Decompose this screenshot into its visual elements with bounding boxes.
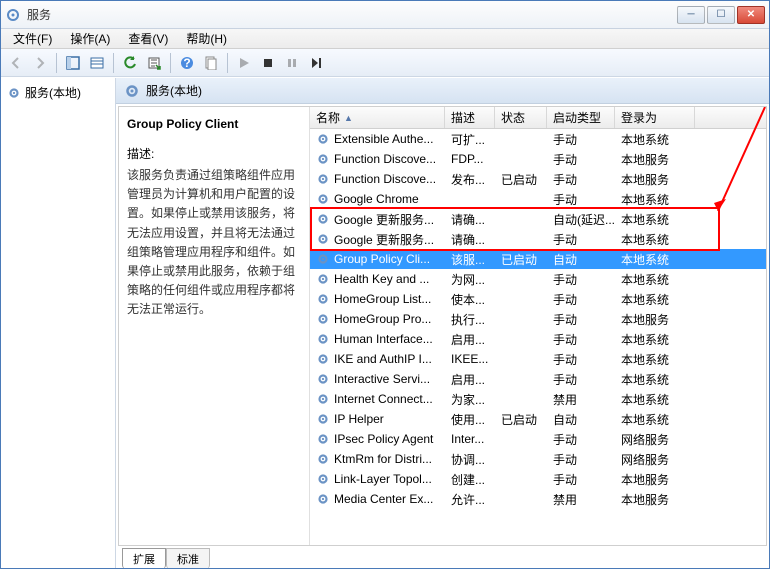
sort-asc-icon: ▲: [344, 113, 353, 123]
table-row[interactable]: IP Helper使用...已启动自动本地系统: [310, 409, 766, 429]
menu-view[interactable]: 查看(V): [120, 28, 176, 49]
restart-service-button[interactable]: [305, 52, 327, 74]
right-header: 服务(本地): [116, 78, 769, 104]
menu-action[interactable]: 操作(A): [62, 28, 118, 49]
tab-extended[interactable]: 扩展: [122, 548, 166, 568]
table-row[interactable]: Extensible Authe...可扩...手动本地系统: [310, 129, 766, 149]
tree-root-item[interactable]: 服务(本地): [3, 82, 113, 103]
gear-icon: [316, 152, 330, 166]
table-header: 名称▲ 描述 状态 启动类型 登录为: [310, 107, 766, 129]
detail-desc-label: 描述:: [127, 145, 299, 162]
minimize-button[interactable]: ─: [677, 6, 705, 24]
table-row[interactable]: IKE and AuthIP I...IKEE...手动本地系统: [310, 349, 766, 369]
tree-root-label: 服务(本地): [25, 84, 81, 101]
gear-icon: [316, 272, 330, 286]
window-title: 服务: [27, 6, 677, 23]
start-service-button: [233, 52, 255, 74]
table-row[interactable]: Function Discove...FDP...手动本地服务: [310, 149, 766, 169]
services-table: 名称▲ 描述 状态 启动类型 登录为 Extensible Authe...可扩…: [309, 107, 766, 545]
menu-file[interactable]: 文件(F): [5, 28, 60, 49]
gear-icon: [316, 132, 330, 146]
forward-button: [29, 52, 51, 74]
gear-icon: [316, 192, 330, 206]
right-pane: 服务(本地) Group Policy Client 描述: 该服务负责通过组策…: [116, 78, 769, 568]
col-logon[interactable]: 登录为: [615, 107, 695, 128]
detail-pane: Group Policy Client 描述: 该服务负责通过组策略组件应用管理…: [119, 107, 309, 545]
gear-icon: [316, 352, 330, 366]
menu-help[interactable]: 帮助(H): [178, 28, 235, 49]
col-status[interactable]: 状态: [495, 107, 547, 128]
table-row[interactable]: Google 更新服务...请确...自动(延迟...本地系统: [310, 209, 766, 229]
gear-icon: [316, 452, 330, 466]
menubar: 文件(F) 操作(A) 查看(V) 帮助(H): [1, 29, 769, 49]
stop-service-button[interactable]: [257, 52, 279, 74]
gear-icon: [316, 292, 330, 306]
gear-icon: [316, 392, 330, 406]
gear-icon: [316, 232, 330, 246]
gear-icon: [316, 472, 330, 486]
toolbar-icon[interactable]: [86, 52, 108, 74]
toolbar: ?: [1, 49, 769, 77]
right-header-label: 服务(本地): [146, 82, 202, 99]
gear-icon: [316, 252, 330, 266]
app-icon: [5, 7, 21, 23]
table-row[interactable]: HomeGroup List...使本...手动本地系统: [310, 289, 766, 309]
gear-icon: [316, 412, 330, 426]
gear-icon: [316, 332, 330, 346]
gear-icon: [7, 86, 21, 100]
right-body: Group Policy Client 描述: 该服务负责通过组策略组件应用管理…: [118, 106, 767, 546]
col-startup[interactable]: 启动类型: [547, 107, 615, 128]
detail-desc-text: 该服务负责通过组策略组件应用管理员为计算机和用户配置的设置。如果停止或禁用该服务…: [127, 166, 299, 320]
table-row[interactable]: Google 更新服务...请确...手动本地系统: [310, 229, 766, 249]
table-row[interactable]: Interactive Servi...启用...手动本地系统: [310, 369, 766, 389]
gear-icon: [316, 312, 330, 326]
tab-strip: 扩展 标准: [116, 548, 769, 568]
properties-button[interactable]: [200, 52, 222, 74]
export-button[interactable]: [143, 52, 165, 74]
gear-icon: [316, 372, 330, 386]
table-row[interactable]: Group Policy Cli...该服...已启动自动本地系统: [310, 249, 766, 269]
table-body[interactable]: Extensible Authe...可扩...手动本地系统Function D…: [310, 129, 766, 545]
close-button[interactable]: ✕: [737, 6, 765, 24]
table-row[interactable]: Human Interface...启用...手动本地系统: [310, 329, 766, 349]
detail-title: Group Policy Client: [127, 117, 299, 131]
table-row[interactable]: IPsec Policy AgentInter...手动网络服务: [310, 429, 766, 449]
refresh-button[interactable]: [119, 52, 141, 74]
tree-pane: 服务(本地): [1, 78, 116, 568]
table-row[interactable]: Media Center Ex...允许...禁用本地服务: [310, 489, 766, 509]
col-desc[interactable]: 描述: [445, 107, 495, 128]
table-row[interactable]: Google Chrome手动本地系统: [310, 189, 766, 209]
content-area: 服务(本地) 服务(本地) Group Policy Client 描述: 该服…: [1, 77, 769, 568]
tab-standard[interactable]: 标准: [166, 548, 210, 568]
gear-icon: [316, 432, 330, 446]
gear-icon: [316, 212, 330, 226]
gear-icon: [316, 172, 330, 186]
help-button[interactable]: ?: [176, 52, 198, 74]
svg-text:?: ?: [183, 56, 190, 70]
table-row[interactable]: HomeGroup Pro...执行...手动本地服务: [310, 309, 766, 329]
table-row[interactable]: Health Key and ...为网...手动本地系统: [310, 269, 766, 289]
table-row[interactable]: Function Discove...发布...已启动手动本地服务: [310, 169, 766, 189]
table-row[interactable]: Link-Layer Topol...创建...手动本地服务: [310, 469, 766, 489]
toolbar-icon[interactable]: [62, 52, 84, 74]
col-name[interactable]: 名称▲: [310, 107, 445, 128]
maximize-button[interactable]: ☐: [707, 6, 735, 24]
titlebar: 服务 ─ ☐ ✕: [1, 1, 769, 29]
gear-icon: [316, 492, 330, 506]
back-button: [5, 52, 27, 74]
table-row[interactable]: Internet Connect...为家...禁用本地系统: [310, 389, 766, 409]
services-window: 服务 ─ ☐ ✕ 文件(F) 操作(A) 查看(V) 帮助(H) ?: [0, 0, 770, 569]
gear-icon: [124, 83, 140, 99]
table-row[interactable]: KtmRm for Distri...协调...手动网络服务: [310, 449, 766, 469]
pause-service-button: [281, 52, 303, 74]
